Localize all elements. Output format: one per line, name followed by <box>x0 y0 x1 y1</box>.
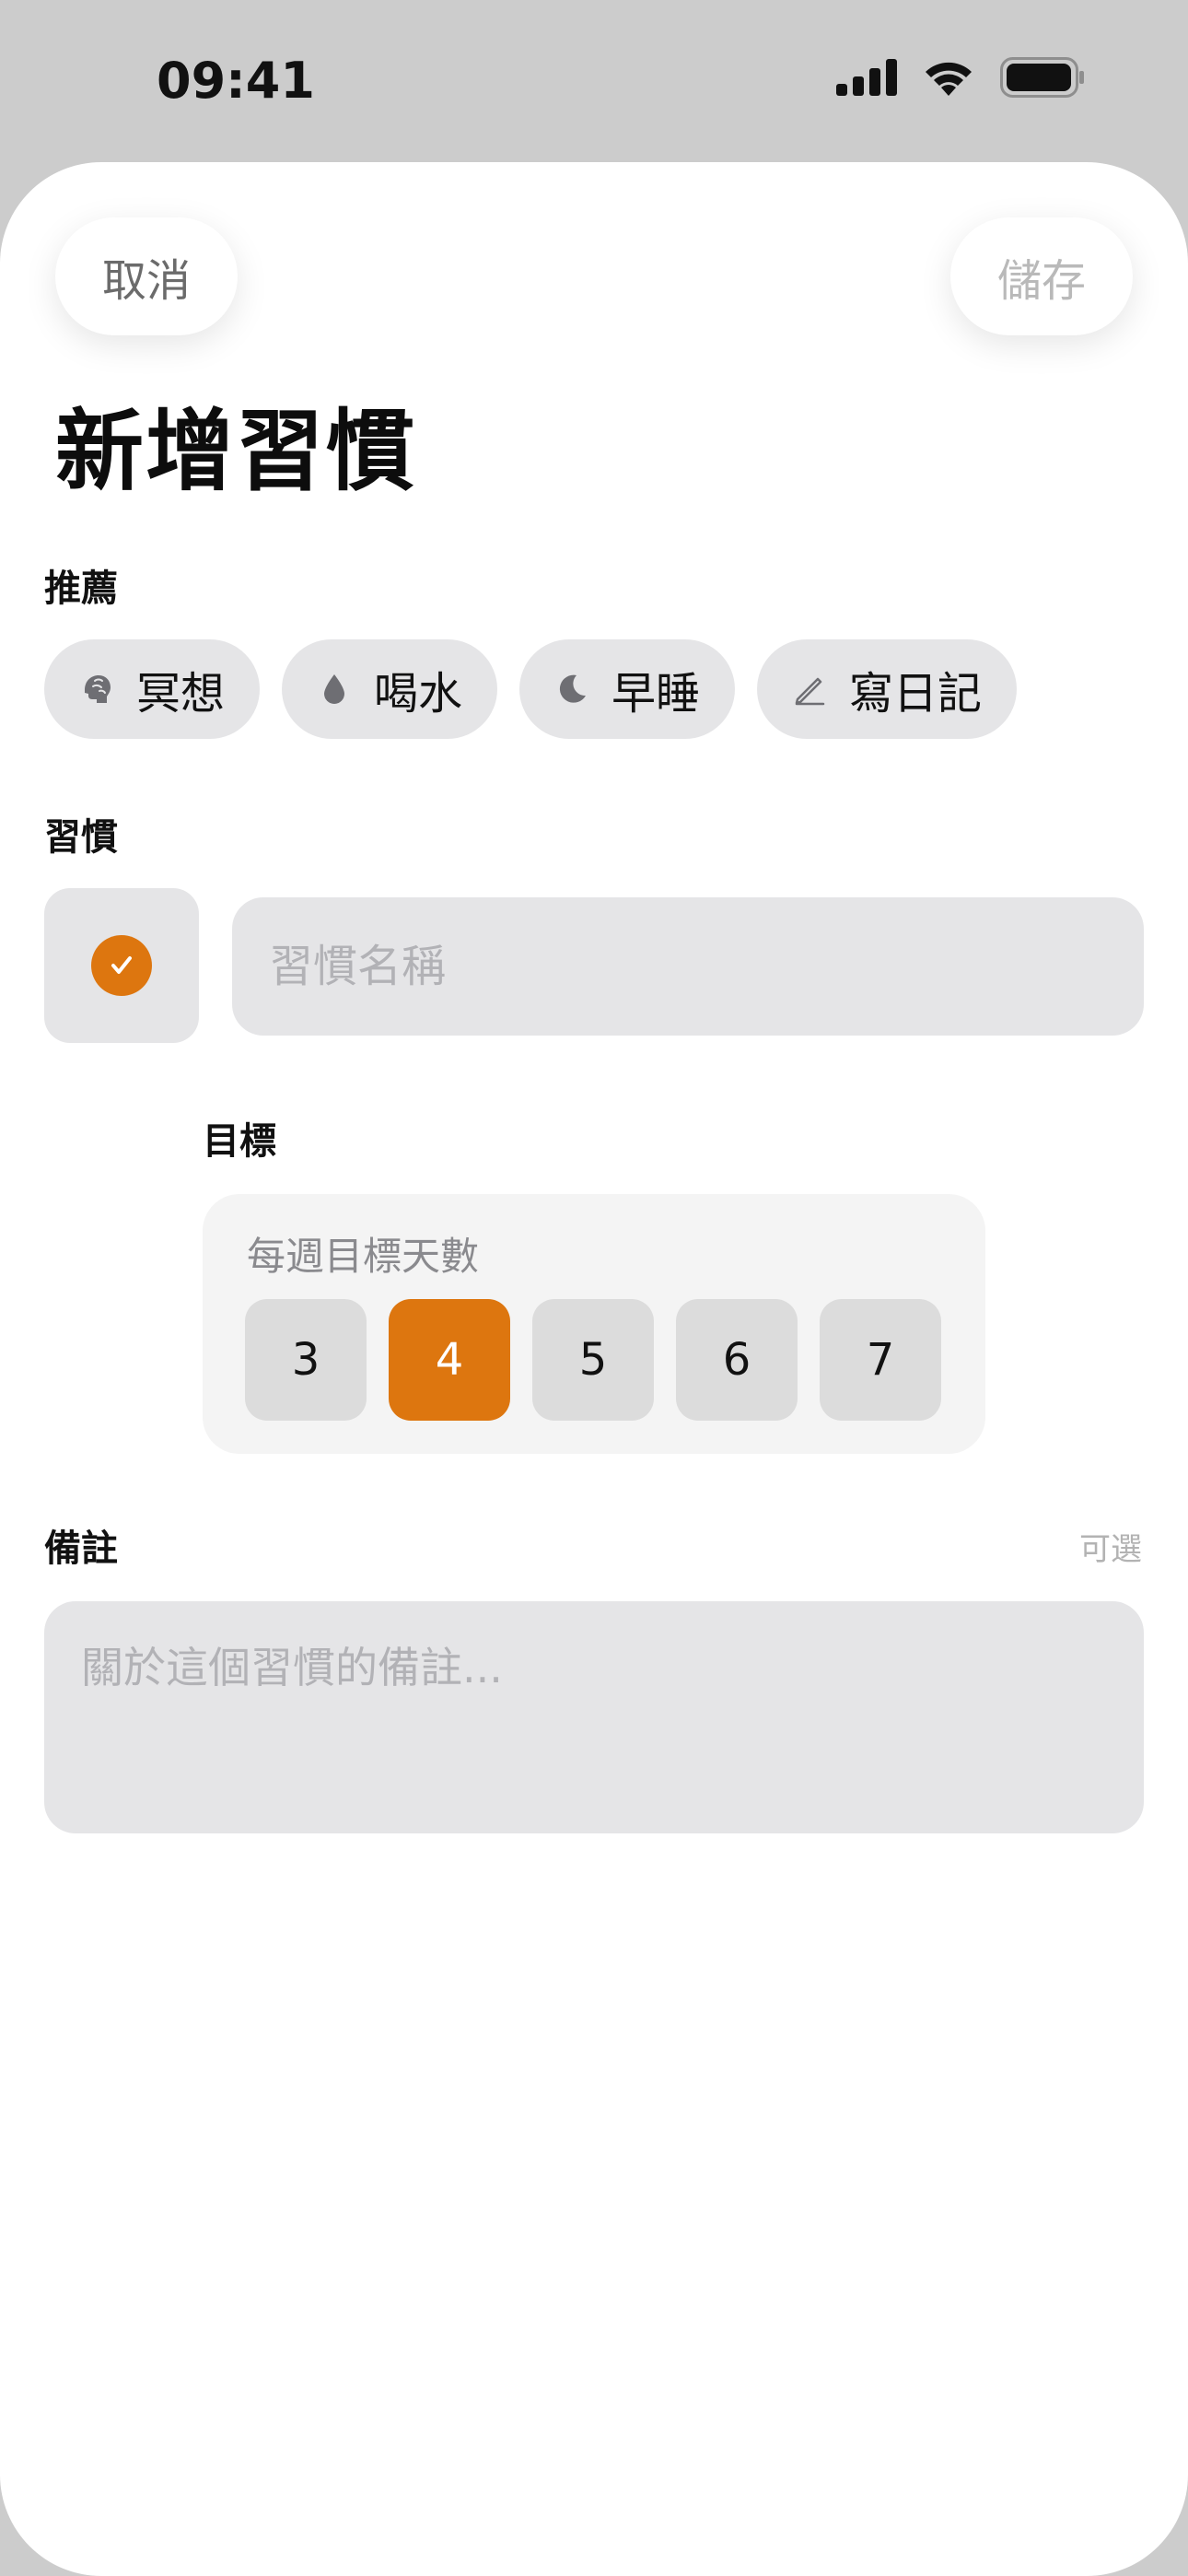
suggestion-chip-label: 早睡 <box>611 668 701 720</box>
status-bar: 09:41 <box>0 0 1188 161</box>
brain-icon <box>79 672 114 707</box>
status-time: 09:41 <box>157 52 315 110</box>
habit-icon-picker[interactable] <box>44 888 199 1043</box>
goal-day-option[interactable]: 6 <box>676 1299 798 1421</box>
cellular-signal-icon <box>836 59 897 100</box>
goal-day-option[interactable]: 5 <box>532 1299 654 1421</box>
goal-card: 每週目標天數 3 4 5 6 7 <box>203 1194 985 1454</box>
suggestion-chip-sleep[interactable]: 早睡 <box>519 639 736 739</box>
notes-optional-label: 可選 <box>1079 1531 1142 1568</box>
notes-label: 備註 <box>44 1528 118 1570</box>
page-title: 新增習慣 <box>55 400 416 503</box>
checkmark-icon <box>91 935 152 996</box>
suggestion-chip-water[interactable]: 喝水 <box>282 639 498 739</box>
habit-label: 習慣 <box>44 816 118 859</box>
moon-icon <box>554 672 589 707</box>
suggestions-label: 推薦 <box>44 568 118 610</box>
cancel-button[interactable]: 取消 <box>55 217 238 335</box>
goal-day-option[interactable]: 3 <box>245 1299 367 1421</box>
battery-icon <box>1000 57 1085 101</box>
goal-day-option[interactable]: 7 <box>820 1299 941 1421</box>
suggestion-chip-meditation[interactable]: 冥想 <box>44 639 261 739</box>
suggestion-chips: 冥想 喝水 早睡 寫日記 <box>44 639 1018 739</box>
goal-label: 目標 <box>203 1120 276 1163</box>
suggestion-chip-label: 冥想 <box>136 668 226 720</box>
goal-days-selector: 3 4 5 6 7 <box>245 1299 941 1421</box>
sheet: 取消 儲存 新增習慣 推薦 冥想 喝水 早睡 寫日記 習慣 習慣名稱 目標 每週… <box>0 162 1188 2576</box>
status-icons <box>836 57 1085 101</box>
goal-day-option-selected[interactable]: 4 <box>389 1299 510 1421</box>
habit-name-input[interactable] <box>232 897 1144 1036</box>
pencil-icon <box>792 672 827 707</box>
screen: 09:41 取消 儲存 新增習慣 推薦 冥想 喝水 早睡 寫日記 習慣 習慣名稱… <box>0 0 1188 2576</box>
water-drop-icon <box>317 672 352 707</box>
notes-textarea[interactable] <box>44 1601 1144 1833</box>
wifi-icon <box>921 57 976 101</box>
suggestion-chip-label: 寫日記 <box>849 668 983 720</box>
suggestion-chip-journal[interactable]: 寫日記 <box>757 639 1018 739</box>
suggestion-chip-label: 喝水 <box>374 668 463 720</box>
save-button[interactable]: 儲存 <box>950 217 1133 335</box>
goal-caption: 每週目標天數 <box>247 1234 480 1279</box>
